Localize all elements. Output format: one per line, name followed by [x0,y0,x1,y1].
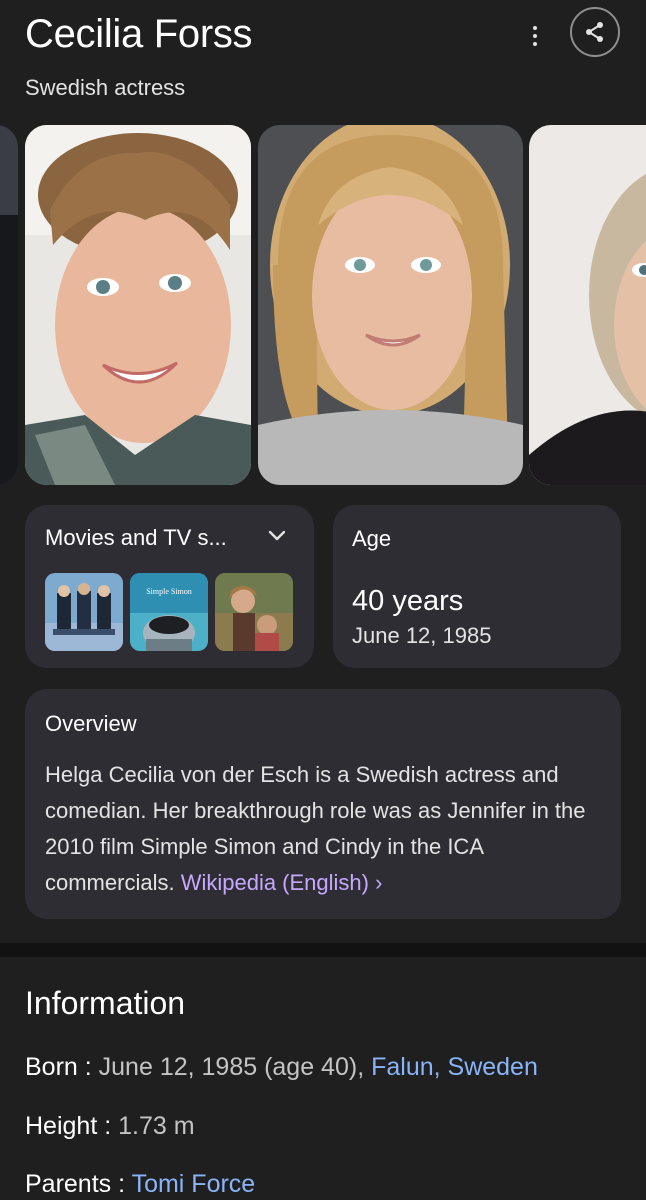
information-heading: Information [25,985,186,1021]
born-row: Born : June 12, 1985 (age 40), Falun, Sw… [25,1053,538,1082]
share-button[interactable] [570,7,620,57]
age-value: 40 years [352,585,464,617]
wikipedia-link[interactable]: Wikipedia (English) › [181,870,383,895]
age-card[interactable]: Age 40 years June 12, 1985 [333,505,621,668]
birth-date: June 12, 1985 [352,623,492,648]
overview-card: Overview Helga Cecilia von der Esch is a… [25,689,621,919]
knowledge-panel: Cecilia Forss Swedish actress Movies and… [0,0,646,1200]
carousel-image[interactable] [0,125,18,485]
kebab-dot [533,26,537,30]
overview-label: Overview [45,711,137,736]
share-icon [586,22,603,42]
thumb-caption: Simple Simon [146,587,192,596]
age-label: Age [352,526,392,551]
section-divider [0,943,646,957]
overview-text: Helga Cecilia von der Esch is a Swedish … [45,757,610,901]
born-key: Born : [25,1053,92,1081]
movies-tv-label: Movies and TV s... [45,525,227,550]
page-title: Cecilia Forss [25,12,253,56]
more-vert-icon[interactable] [522,18,548,54]
parent-link[interactable]: Tomi Force [132,1170,256,1198]
height-row: Height : 1.73 m [25,1112,195,1141]
movie-thumbnails: Simple Simon [45,573,293,651]
parents-row: Parents : Tomi Force [25,1170,255,1199]
simple-simon-thumbnail[interactable]: Simple Simon [130,573,208,651]
height-key: Height : [25,1112,112,1140]
birthplace-link[interactable]: Falun, Sweden [371,1053,538,1081]
kebab-dot [533,34,537,38]
panel-header: Cecilia Forss Swedish actress [0,0,646,120]
movie-thumbnail[interactable] [45,573,123,651]
movie-thumbnail[interactable] [215,573,293,651]
image-carousel[interactable] [0,125,646,485]
carousel-image[interactable] [258,125,523,485]
born-value: June 12, 1985 (age 40), [98,1053,365,1081]
parents-key: Parents : [25,1170,126,1198]
page-subtitle: Swedish actress [25,75,186,100]
carousel-image[interactable] [25,125,251,485]
kebab-dot [533,42,537,46]
height-value: 1.73 m [118,1112,195,1140]
chevron-down-icon[interactable] [266,524,288,546]
carousel-image[interactable] [529,125,646,485]
